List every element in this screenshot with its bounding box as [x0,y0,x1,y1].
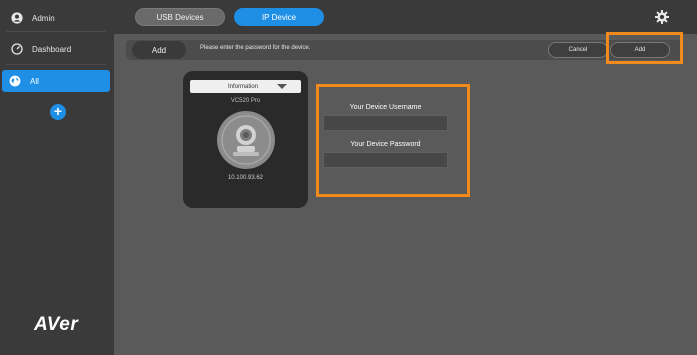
sidebar-item-label: Dashboard [32,44,72,54]
dashboard-gauge-icon [10,42,24,56]
device-card[interactable]: Information VC520 Pro 10.100.93.62 [183,71,308,208]
device-info-label: Information [228,83,259,90]
sidebar: Admin Dashboard All + AVer [0,0,114,355]
tab-usb-devices[interactable]: USB Devices [135,8,225,26]
app-window: Admin Dashboard All + AVer USB Devices I… [0,0,697,355]
gear-icon[interactable] [654,9,670,25]
device-ip-address: 10.100.93.62 [227,175,264,181]
plus-icon[interactable]: + [50,104,66,120]
sidebar-item-dashboard[interactable]: Dashboard [4,38,112,60]
aver-logo: AVer [34,314,79,335]
sidebar-item-admin[interactable]: Admin [4,7,112,29]
tab-ip-device[interactable]: IP Device [234,8,324,26]
cancel-button[interactable]: Cancel [548,42,608,58]
sidebar-divider [6,31,106,32]
dropdown-triangle-icon [277,84,287,89]
action-bar: Add Please enter the password for the de… [126,40,683,60]
user-icon [10,11,24,25]
top-tab-bar: USB Devices IP Device [114,0,697,34]
sidebar-item-label: All [30,76,39,86]
device-model: VC520 Pro [230,98,261,104]
add-tab-button[interactable]: Add [132,41,186,59]
highlight-add-button [606,32,683,64]
sidebar-item-all[interactable]: All [2,70,110,92]
highlight-credentials-form [316,84,470,197]
globe-icon [8,74,22,88]
device-info-dropdown[interactable]: Information [190,80,301,93]
sidebar-item-label: Admin [32,13,55,23]
camera-icon [217,111,275,169]
password-prompt-text: Please enter the password for the device… [200,45,311,51]
sidebar-divider [6,64,106,65]
